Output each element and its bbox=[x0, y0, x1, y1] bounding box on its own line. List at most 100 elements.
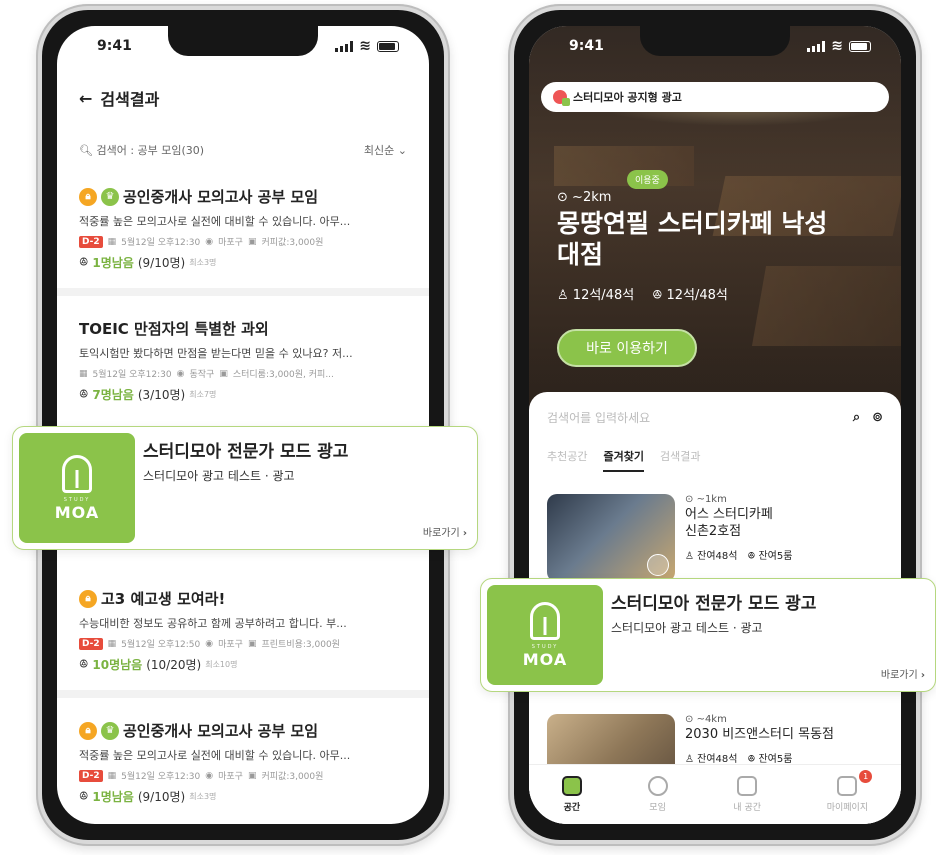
location-pin-icon[interactable]: ⊚ bbox=[872, 410, 883, 425]
dday-badge: D-2 bbox=[79, 769, 103, 782]
tab-space-label: 공간 bbox=[563, 803, 581, 813]
post-item[interactable]: TOEIC 만점자의 특별한 과외 토익시험만 봤다하면 만점을 받는다면 믿을… bbox=[79, 318, 407, 403]
bottom-tab-bar: 공간 모임 내 공간 1 마이페이지 bbox=[529, 764, 901, 824]
logo-small-text: STUDY bbox=[531, 643, 559, 650]
search-icon[interactable]: ⌕ bbox=[853, 410, 860, 425]
post-item[interactable]: 🔒︎ 고3 예고생 모여라! 수능대비한 정보도 공유하고 함께 공부하려고 합… bbox=[79, 588, 407, 673]
expert-ad-card[interactable]: STUDY MOA 스터디모아 전문가 모드 광고 스터디모아 광고 테스트 ·… bbox=[480, 578, 936, 692]
post-date: 5월12일 오후12:30 bbox=[121, 772, 201, 782]
hero-distance: ⊙ ~2km bbox=[557, 190, 611, 205]
use-now-button[interactable]: 바로 이용하기 bbox=[557, 329, 697, 367]
map-pin-icon bbox=[553, 90, 570, 106]
lock-badge-icon: 🔒︎ bbox=[79, 589, 97, 608]
post-desc: 적중률 높은 모의고사로 실전에 대비할 수 있습니다. 아무... bbox=[79, 215, 351, 228]
tab-bar: 추천공간 즐겨찾기 검색결과 bbox=[547, 448, 700, 472]
post-item[interactable]: 🔒︎ ♛ 공인중개사 모의고사 공부 모임 적중률 높은 모의고사로 실전에 대… bbox=[79, 186, 407, 271]
space-tab-icon bbox=[561, 776, 582, 796]
ad-subtitle: 스터디모아 광고 테스트 · 광고 bbox=[143, 469, 295, 483]
ad-go-link[interactable]: 바로가기 › bbox=[881, 666, 925, 681]
signal-icon bbox=[335, 40, 354, 52]
expert-ad-card[interactable]: STUDY MOA 스터디모아 전문가 모드 광고 스터디모아 광고 테스트 ·… bbox=[12, 426, 478, 550]
post-title-row: 🔒︎ ♛ 공인중개사 모의고사 공부 모임 bbox=[79, 720, 407, 741]
logo-big-text: MOA bbox=[54, 502, 100, 522]
space-card[interactable]: ⊙ ~1km 어스 스터디카페 신촌2호점 ♙ 잔여48석 ꔮ 잔여5룸 bbox=[547, 494, 883, 582]
tab-group[interactable]: 모임 bbox=[647, 776, 668, 813]
ad-go-link[interactable]: 바로가기 › bbox=[423, 524, 467, 539]
back-arrow-icon[interactable]: ← bbox=[79, 89, 92, 108]
chevron-right-icon: › bbox=[462, 528, 467, 539]
tab-search-results[interactable]: 검색결과 bbox=[660, 448, 700, 472]
hero-seats: ♙ 12석/48석 ꔮ 12석/48석 bbox=[557, 284, 728, 303]
post-title-row: TOEIC 만점자의 특별한 과외 bbox=[79, 318, 407, 339]
wifi-icon: ≋ bbox=[359, 38, 371, 54]
ad-subtitle: 스터디모아 광고 테스트 · 광고 bbox=[611, 621, 763, 635]
signal-icon bbox=[807, 40, 826, 52]
space-seats: ♙ 잔여48석 ꔮ 잔여5룸 bbox=[685, 547, 792, 562]
chevron-down-icon: ⌄ bbox=[397, 144, 407, 157]
left-bezel: 9:41 ≋ ← 검색결과 🔍︎ 검색어 : 공부 모임(30) 최신순 ⌄ 🔒… bbox=[42, 10, 444, 840]
people-icon: ꔮ bbox=[79, 789, 89, 803]
tab-my-space[interactable]: 내 공간 bbox=[733, 776, 761, 813]
post-count: ꔮ 7명남음 (3/10명) 최소7명 bbox=[79, 386, 407, 403]
ad-title: 스터디모아 전문가 모드 광고 bbox=[143, 442, 349, 462]
lock-badge-icon: 🔒︎ bbox=[79, 721, 97, 740]
post-min: 최소3명 bbox=[189, 258, 217, 267]
seat-icon: ♙ bbox=[557, 288, 569, 303]
chevron-right-icon: › bbox=[920, 670, 925, 681]
tab-recommended[interactable]: 추천공간 bbox=[547, 448, 587, 472]
search-meta-text: 검색어 : 공부 모임(30) bbox=[96, 144, 205, 157]
fee-icon: ▣ bbox=[247, 638, 257, 649]
post-remain: 1명남음 bbox=[92, 256, 134, 270]
post-date: 5월12일 오후12:30 bbox=[92, 370, 172, 380]
post-remain: 7명남음 bbox=[92, 388, 134, 402]
post-info: ▦ 5월12일 오후12:30 ◉ 동작구 ▣ 스터디룸:3,000원, 커피... bbox=[79, 367, 407, 381]
left-phone: 9:41 ≋ ← 검색결과 🔍︎ 검색어 : 공부 모임(30) 최신순 ⌄ 🔒… bbox=[36, 4, 450, 846]
search-meta-row: 🔍︎ 검색어 : 공부 모임(30) 최신순 ⌄ bbox=[79, 142, 407, 158]
seat-text: 12석/48석 bbox=[572, 288, 635, 303]
people-icon: ꔮ bbox=[79, 255, 89, 269]
post-item[interactable]: 🔒︎ ♛ 공인중개사 모의고사 공부 모임 적중률 높은 모의고사로 실전에 대… bbox=[79, 720, 407, 805]
pen-nib-icon bbox=[530, 601, 560, 640]
search-bar[interactable]: 검색어를 입력하세요 ⌕ ⊚ bbox=[547, 404, 883, 430]
desk-tab-icon bbox=[737, 776, 758, 796]
calendar-icon: ▦ bbox=[107, 638, 117, 649]
studymoa-logo: STUDY MOA bbox=[19, 433, 135, 543]
room-count: ꔮ 잔여5룸 bbox=[747, 550, 793, 562]
post-date: 5월12일 오후12:50 bbox=[121, 640, 201, 650]
post-info: D-2 ▦ 5월12일 오후12:50 ◉ 마포구 ▣ 프린트비용:3,000원 bbox=[79, 637, 407, 650]
post-location: 동작구 bbox=[189, 370, 215, 380]
calendar-icon: ▦ bbox=[107, 770, 117, 781]
logo-small-text: STUDY bbox=[63, 496, 91, 503]
sort-dropdown[interactable]: 최신순 ⌄ bbox=[364, 142, 407, 158]
room-text: 12석/48석 bbox=[666, 288, 728, 303]
heart-icon[interactable] bbox=[647, 554, 669, 576]
cafe-name: 몽땅연필 스터디카페 낙성대점 bbox=[557, 209, 828, 270]
tab-space[interactable]: 공간 bbox=[561, 776, 582, 813]
space-distance: ⊙ ~1km bbox=[685, 494, 727, 505]
fee-icon: ▣ bbox=[247, 236, 257, 247]
notch bbox=[168, 26, 318, 56]
post-location: 마포구 bbox=[218, 772, 243, 782]
post-min: 최소10명 bbox=[205, 660, 238, 669]
post-count: ꔮ 1명남음 (9/10명) 최소3명 bbox=[79, 788, 407, 805]
location-icon: ◉ bbox=[205, 638, 214, 649]
lock-badge-icon: 🔒︎ bbox=[79, 187, 97, 206]
post-title: 공인중개사 모의고사 공부 모임 bbox=[123, 722, 319, 740]
room-count-text: 잔여5룸 bbox=[758, 550, 793, 562]
battery-icon bbox=[377, 40, 399, 52]
post-remain: 1명남음 bbox=[92, 790, 134, 804]
crown-badge-icon: ♛ bbox=[101, 187, 119, 206]
post-fee: 커피값:3,000원 bbox=[261, 772, 324, 782]
divider bbox=[57, 288, 429, 296]
notice-ad-banner[interactable]: 스터디모아 공지형 광고 bbox=[541, 82, 889, 112]
group-tab-icon bbox=[647, 776, 668, 796]
notification-badge: 1 bbox=[859, 770, 873, 783]
tab-favorites[interactable]: 즐겨찾기 bbox=[603, 448, 644, 472]
dday-badge: D-2 bbox=[79, 235, 103, 248]
post-remain: 10명남음 bbox=[92, 658, 143, 672]
location-icon: ◉ bbox=[176, 368, 185, 379]
ad-go-text: 바로가기 bbox=[422, 528, 460, 539]
search-input[interactable]: 검색어를 입력하세요 bbox=[547, 409, 650, 426]
post-fee: 프린트비용:3,000원 bbox=[261, 640, 340, 650]
tab-my-page[interactable]: 1 마이페이지 bbox=[827, 770, 873, 813]
